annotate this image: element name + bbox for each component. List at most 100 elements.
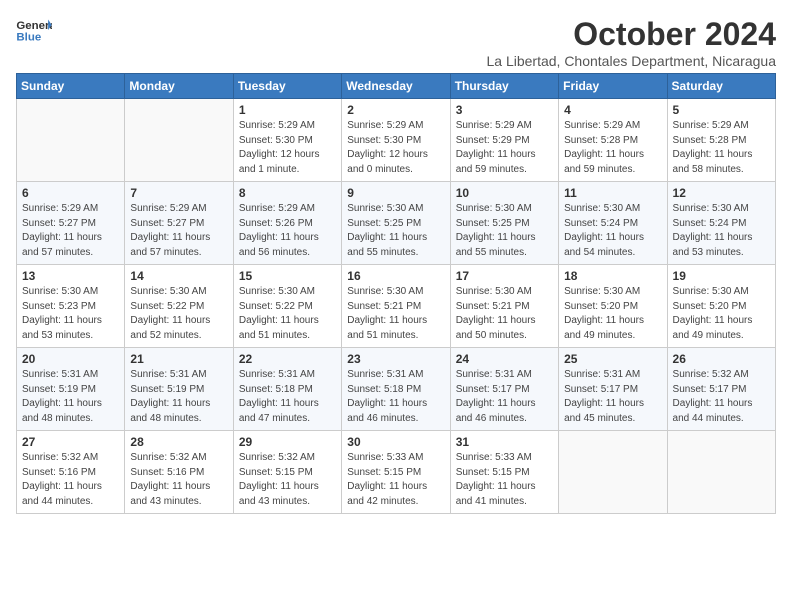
day-info: Sunrise: 5:30 AMSunset: 5:25 PMDaylight:… [456, 202, 553, 260]
day-info: Sunrise: 5:29 AMSunset: 5:27 PMDaylight:… [130, 202, 227, 260]
day-number: 24 [456, 352, 553, 366]
svg-text:General: General [16, 20, 52, 32]
day-number: 10 [456, 186, 553, 200]
day-info: Sunrise: 5:30 AMSunset: 5:24 PMDaylight:… [673, 202, 770, 260]
page-header: General Blue October 2024 La Libertad, C… [16, 16, 776, 69]
calendar-cell: 9 Sunrise: 5:30 AMSunset: 5:25 PMDaylight… [342, 182, 450, 265]
day-info: Sunrise: 5:29 AMSunset: 5:28 PMDaylight:… [673, 119, 770, 177]
calendar-cell: 24Sunrise: 5:31 AMSunset: 5:17 PMDayligh… [450, 348, 558, 431]
day-info: Sunrise: 5:31 AMSunset: 5:19 PMDaylight:… [130, 368, 227, 426]
day-info: Sunrise: 5:30 AMSunset: 5:23 PMDaylight:… [22, 285, 119, 343]
calendar-cell: 18 Sunrise: 5:30 AMSunset: 5:20 PMDayligh… [559, 265, 667, 348]
calendar-cell: 6Sunrise: 5:29 AMSunset: 5:27 PMDaylight… [17, 182, 125, 265]
calendar-cell: 1 Sunrise: 5:29 AMSunset: 5:30 PMDaylight… [233, 99, 341, 182]
day-number: 27 [22, 435, 119, 449]
day-number: 8 [239, 186, 336, 200]
calendar-table: SundayMondayTuesdayWednesdayThursdayFrid… [16, 73, 776, 514]
calendar-cell [667, 431, 775, 514]
day-number: 1 [239, 103, 336, 117]
day-number: 29 [239, 435, 336, 449]
weekday-header-sunday: Sunday [17, 74, 125, 99]
calendar-cell [125, 99, 233, 182]
calendar-cell: 10 Sunrise: 5:30 AMSunset: 5:25 PMDayligh… [450, 182, 558, 265]
calendar-cell: 5 Sunrise: 5:29 AMSunset: 5:28 PMDaylight… [667, 99, 775, 182]
day-number: 22 [239, 352, 336, 366]
title-block: October 2024 La Libertad, Chontales Depa… [486, 16, 776, 69]
day-info: Sunrise: 5:30 AMSunset: 5:22 PMDaylight:… [239, 285, 336, 343]
svg-text:Blue: Blue [16, 32, 41, 44]
day-info: Sunrise: 5:29 AMSunset: 5:26 PMDaylight:… [239, 202, 336, 260]
calendar-cell [17, 99, 125, 182]
calendar-cell: 26 Sunrise: 5:32 AMSunset: 5:17 PMDayligh… [667, 348, 775, 431]
day-info: Sunrise: 5:29 AMSunset: 5:30 PMDaylight:… [239, 119, 336, 177]
calendar-week-4: 20 Sunrise: 5:31 AMSunset: 5:19 PMDayligh… [17, 348, 776, 431]
calendar-cell: 25 Sunrise: 5:31 AMSunset: 5:17 PMDayligh… [559, 348, 667, 431]
day-info: Sunrise: 5:32 AMSunset: 5:16 PMDaylight:… [22, 451, 119, 509]
calendar-cell: 4Sunrise: 5:29 AMSunset: 5:28 PMDaylight… [559, 99, 667, 182]
logo: General Blue [16, 16, 52, 46]
day-number: 5 [673, 103, 770, 117]
day-info: Sunrise: 5:32 AMSunset: 5:16 PMDaylight:… [130, 451, 227, 509]
day-number: 17 [456, 269, 553, 283]
calendar-cell: 22Sunrise: 5:31 AMSunset: 5:18 PMDayligh… [233, 348, 341, 431]
logo-icon: General Blue [16, 16, 52, 46]
month-title: October 2024 [486, 16, 776, 53]
day-number: 15 [239, 269, 336, 283]
day-info: Sunrise: 5:32 AMSunset: 5:17 PMDaylight:… [673, 368, 770, 426]
day-info: Sunrise: 5:30 AMSunset: 5:20 PMDaylight:… [564, 285, 661, 343]
day-info: Sunrise: 5:29 AMSunset: 5:29 PMDaylight:… [456, 119, 553, 177]
calendar-cell: 12Sunrise: 5:30 AMSunset: 5:24 PMDayligh… [667, 182, 775, 265]
calendar-cell: 3Sunrise: 5:29 AMSunset: 5:29 PMDaylight… [450, 99, 558, 182]
weekday-header-thursday: Thursday [450, 74, 558, 99]
day-number: 18 [564, 269, 661, 283]
day-number: 13 [22, 269, 119, 283]
calendar-cell: 11 Sunrise: 5:30 AMSunset: 5:24 PMDayligh… [559, 182, 667, 265]
calendar-week-2: 6 Sunrise: 5:29 AMSunset: 5:27 PMDaylight… [17, 182, 776, 265]
day-info: Sunrise: 5:30 AMSunset: 5:24 PMDaylight:… [564, 202, 661, 260]
calendar-cell: 30Sunrise: 5:33 AMSunset: 5:15 PMDayligh… [342, 431, 450, 514]
weekday-header-row: SundayMondayTuesdayWednesdayThursdayFrid… [17, 74, 776, 99]
day-number: 21 [130, 352, 227, 366]
calendar-cell: 15 Sunrise: 5:30 AMSunset: 5:22 PMDayligh… [233, 265, 341, 348]
day-info: Sunrise: 5:29 AMSunset: 5:30 PMDaylight:… [347, 119, 444, 177]
day-info: Sunrise: 5:33 AMSunset: 5:15 PMDaylight:… [456, 451, 553, 509]
day-number: 7 [130, 186, 227, 200]
calendar-week-3: 13 Sunrise: 5:30 AMSunset: 5:23 PMDayligh… [17, 265, 776, 348]
calendar-cell [559, 431, 667, 514]
day-info: Sunrise: 5:31 AMSunset: 5:19 PMDaylight:… [22, 368, 119, 426]
day-info: Sunrise: 5:31 AMSunset: 5:17 PMDaylight:… [564, 368, 661, 426]
weekday-header-friday: Friday [559, 74, 667, 99]
calendar-cell: 23Sunrise: 5:31 AMSunset: 5:18 PMDayligh… [342, 348, 450, 431]
day-number: 25 [564, 352, 661, 366]
calendar-week-5: 27 Sunrise: 5:32 AMSunset: 5:16 PMDayligh… [17, 431, 776, 514]
day-info: Sunrise: 5:30 AMSunset: 5:25 PMDaylight:… [347, 202, 444, 260]
weekday-header-monday: Monday [125, 74, 233, 99]
day-number: 31 [456, 435, 553, 449]
weekday-header-saturday: Saturday [667, 74, 775, 99]
calendar-cell: 21 Sunrise: 5:31 AMSunset: 5:19 PMDayligh… [125, 348, 233, 431]
calendar-cell: 14 Sunrise: 5:30 AMSunset: 5:22 PMDayligh… [125, 265, 233, 348]
weekday-header-tuesday: Tuesday [233, 74, 341, 99]
weekday-header-wednesday: Wednesday [342, 74, 450, 99]
calendar-cell: 28 Sunrise: 5:32 AMSunset: 5:16 PMDayligh… [125, 431, 233, 514]
day-number: 19 [673, 269, 770, 283]
calendar-cell: 2 Sunrise: 5:29 AMSunset: 5:30 PMDaylight… [342, 99, 450, 182]
day-info: Sunrise: 5:29 AMSunset: 5:28 PMDaylight:… [564, 119, 661, 177]
day-info: Sunrise: 5:30 AMSunset: 5:22 PMDaylight:… [130, 285, 227, 343]
calendar-week-1: 1 Sunrise: 5:29 AMSunset: 5:30 PMDaylight… [17, 99, 776, 182]
day-number: 16 [347, 269, 444, 283]
location-subtitle: La Libertad, Chontales Department, Nicar… [486, 53, 776, 69]
day-number: 2 [347, 103, 444, 117]
day-number: 30 [347, 435, 444, 449]
calendar-cell: 27 Sunrise: 5:32 AMSunset: 5:16 PMDayligh… [17, 431, 125, 514]
day-number: 14 [130, 269, 227, 283]
day-number: 6 [22, 186, 119, 200]
day-number: 20 [22, 352, 119, 366]
calendar-cell: 7 Sunrise: 5:29 AMSunset: 5:27 PMDaylight… [125, 182, 233, 265]
day-number: 11 [564, 186, 661, 200]
day-number: 9 [347, 186, 444, 200]
day-number: 28 [130, 435, 227, 449]
day-number: 26 [673, 352, 770, 366]
calendar-cell: 29Sunrise: 5:32 AMSunset: 5:15 PMDayligh… [233, 431, 341, 514]
day-info: Sunrise: 5:30 AMSunset: 5:21 PMDaylight:… [456, 285, 553, 343]
